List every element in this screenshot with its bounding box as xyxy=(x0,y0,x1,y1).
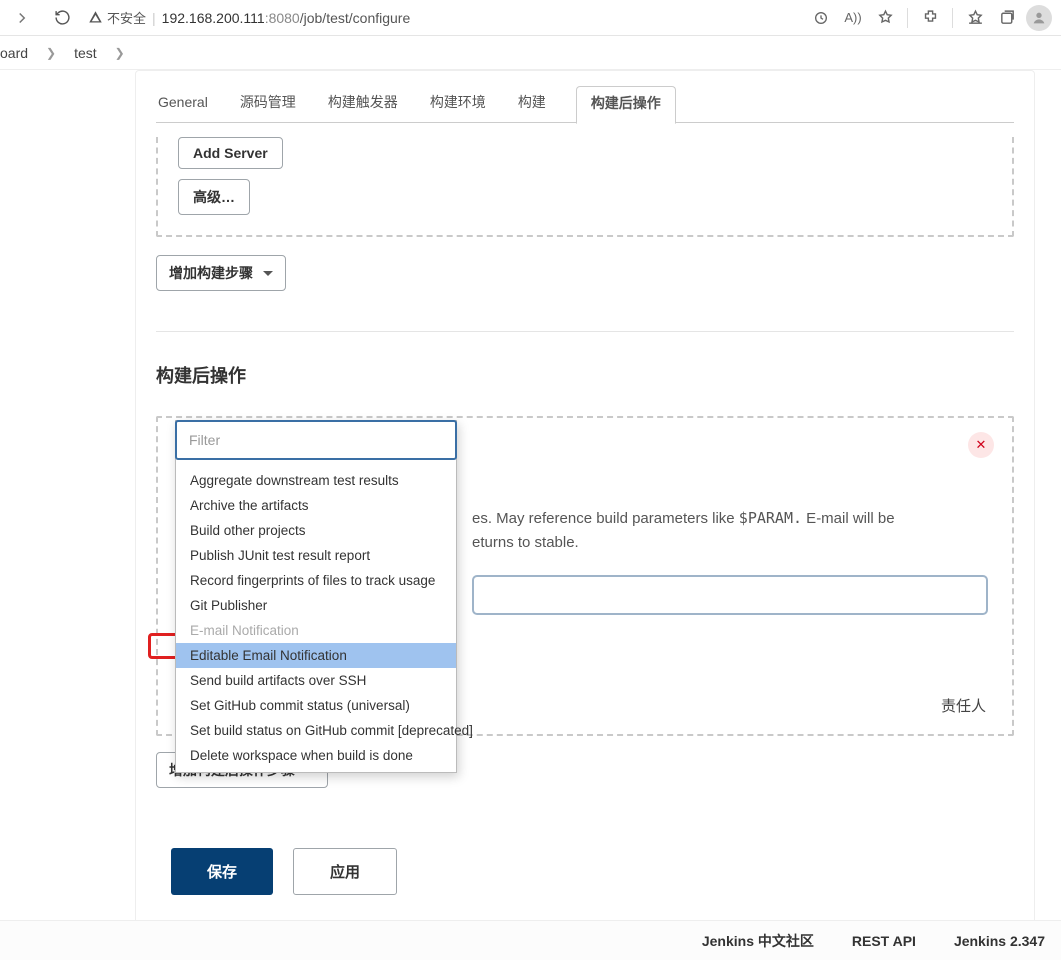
footer-version: Jenkins 2.347 xyxy=(954,933,1045,949)
tab-build[interactable]: 构建 xyxy=(516,86,548,122)
footer-rest-api[interactable]: REST API xyxy=(852,933,916,949)
page-footer: Jenkins 中文社区 REST API Jenkins 2.347 xyxy=(0,920,1061,960)
tab-postbuild[interactable]: 构建后操作 xyxy=(576,86,676,124)
dropdown-item[interactable]: Send build artifacts over SSH xyxy=(176,668,456,693)
config-tabs: General 源码管理 构建触发器 构建环境 构建 构建后操作 xyxy=(136,71,1034,123)
dropdown-item[interactable]: Delete workspace when build is done xyxy=(176,743,456,768)
tab-general[interactable]: General xyxy=(156,88,210,120)
favorites-bar-icon[interactable] xyxy=(961,4,989,32)
dropdown-item[interactable]: Set build status on GitHub commit [depre… xyxy=(176,718,456,743)
add-build-step-button[interactable]: 增加构建步骤 xyxy=(156,255,286,291)
recipients-input[interactable] xyxy=(472,575,988,615)
dropdown-item[interactable]: Aggregate downstream test results xyxy=(176,468,456,493)
owner-label: 责任人 xyxy=(941,695,986,716)
dropdown-item[interactable]: Git Publisher xyxy=(176,593,456,618)
read-aloud-icon[interactable]: A)) xyxy=(839,4,867,32)
add-build-step-label: 增加构建步骤 xyxy=(169,263,253,283)
dropdown-item[interactable]: Archive the artifacts xyxy=(176,493,456,518)
extensions-icon[interactable] xyxy=(916,4,944,32)
favorite-icon[interactable] xyxy=(871,4,899,32)
dropdown-item[interactable]: Set GitHub commit status (universal) xyxy=(176,693,456,718)
post-build-dropdown: Aggregate downstream test resultsArchive… xyxy=(175,420,457,773)
insecure-badge: 不安全 xyxy=(88,8,146,27)
save-button[interactable]: 保存 xyxy=(171,848,273,895)
profile-avatar[interactable] xyxy=(1025,4,1053,32)
chevron-right-icon: ❯ xyxy=(46,46,56,60)
divider xyxy=(156,331,1014,332)
dropdown-item[interactable]: Build other projects xyxy=(176,518,456,543)
filter-input[interactable] xyxy=(179,424,453,456)
url-text: 192.168.200.111:8080/job/test/configure xyxy=(162,10,411,26)
breadcrumb-item[interactable]: test xyxy=(74,45,97,61)
dropdown-list: Aggregate downstream test resultsArchive… xyxy=(176,464,456,772)
browser-toolbar: 不安全 | 192.168.200.111:8080/job/test/conf… xyxy=(0,0,1061,36)
tab-env[interactable]: 构建环境 xyxy=(428,86,488,122)
footer-community[interactable]: Jenkins 中文社区 xyxy=(702,931,814,951)
tab-scm[interactable]: 源码管理 xyxy=(238,86,298,122)
delete-step-button[interactable]: ✕ xyxy=(968,432,994,458)
dropdown-item: E-mail Notification xyxy=(176,618,456,643)
qr-icon[interactable] xyxy=(807,4,835,32)
dropdown-item[interactable]: Editable Email Notification xyxy=(176,643,456,668)
tab-triggers[interactable]: 构建触发器 xyxy=(326,86,400,122)
filter-box xyxy=(175,420,457,460)
section-title: 构建后操作 xyxy=(156,362,1019,388)
build-step-panel: Add Server 高级… xyxy=(156,137,1014,237)
breadcrumb-item[interactable]: oard xyxy=(0,45,28,61)
dropdown-item[interactable]: Record fingerprints of files to track us… xyxy=(176,568,456,593)
address-bar[interactable]: 不安全 | 192.168.200.111:8080/job/test/conf… xyxy=(88,8,795,27)
chevron-right-icon: ❯ xyxy=(115,46,125,60)
insecure-label: 不安全 xyxy=(107,8,146,27)
breadcrumb: oard ❯ test ❯ xyxy=(0,36,1061,70)
apply-button[interactable]: 应用 xyxy=(293,848,397,895)
forward-button[interactable] xyxy=(8,4,36,32)
advanced-button[interactable]: 高级… xyxy=(178,179,250,215)
add-server-button[interactable]: Add Server xyxy=(178,137,283,169)
collections-icon[interactable] xyxy=(993,4,1021,32)
dropdown-item[interactable]: Publish JUnit test result report xyxy=(176,543,456,568)
reload-button[interactable] xyxy=(48,4,76,32)
